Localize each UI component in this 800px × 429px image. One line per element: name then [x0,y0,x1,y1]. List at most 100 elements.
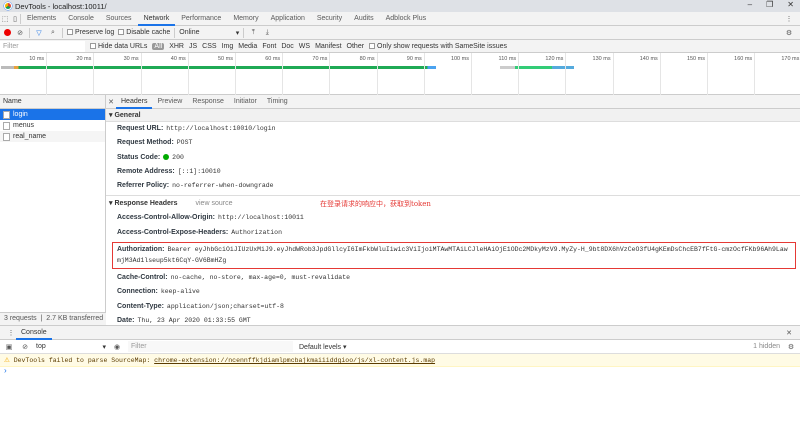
console-settings-gear-icon[interactable]: ⚙ [786,343,796,351]
timeline-overview[interactable]: 10 ms 20 ms 30 ms 40 ms 50 ms 60 ms 70 ms 80 ms… [0,53,800,95]
timeline-tick: 120 ms [519,53,567,95]
tab-console-drawer[interactable]: Console [16,326,52,340]
tab-application[interactable]: Application [265,12,311,26]
divider [62,27,63,38]
hide-data-urls-checkbox[interactable]: Hide data URLs [90,43,147,50]
general-section-header[interactable]: ▾ General [106,109,800,122]
tab-adblock-plus[interactable]: Adblock Plus [380,12,432,26]
name-column-header[interactable]: Name [0,95,105,109]
import-har-icon[interactable]: ⤒ [248,29,258,37]
header-row: Referrer Policy: no-referrer-when-downgra… [106,179,800,193]
close-details-icon[interactable]: ✕ [106,98,116,106]
type-filter-media[interactable]: Media [238,43,257,50]
clear-console-icon[interactable]: ⊘ [20,343,30,351]
view-source-link[interactable]: view source [196,200,233,207]
throttle-select[interactable]: Online ▾ [179,29,239,37]
settings-gear-icon[interactable]: ⚙ [784,29,794,37]
header-value: Authorization [231,228,282,236]
tab-headers[interactable]: Headers [116,95,153,109]
more-menu-icon[interactable]: ⋮ [784,15,794,23]
drawer-menu-icon[interactable]: ⋮ [6,329,16,337]
header-row: Authorization: Bearer eyJhbGciOiJIUzUxMiJ… [112,242,796,270]
device-toggle-icon[interactable]: ▯ [10,15,20,23]
type-filter-all[interactable]: All [152,42,165,50]
tab-security[interactable]: Security [311,12,348,26]
samesite-checkbox[interactable]: Only show requests with SameSite issues [369,43,507,50]
header-row: Remote Address: [::1]:10010 [106,165,800,179]
request-row-login[interactable]: login [0,109,105,120]
timeline-tick: 30 ms [94,53,142,95]
close-icon[interactable]: ✕ [787,0,794,9]
type-filter-font[interactable]: Font [262,43,276,50]
type-filter-ws[interactable]: WS [299,43,310,50]
header-name: Cache-Control: [117,274,168,282]
request-row-real-name[interactable]: real_name [0,131,105,142]
record-icon[interactable] [4,29,11,36]
header-name: Referrer Policy: [117,182,170,190]
summary-bar: 3 requests | 2.7 KB transferred [0,312,106,325]
sidebar-toggle-icon[interactable]: ▣ [4,343,14,351]
timeline-tick: 110 ms [472,53,520,95]
title-bar: DevTools - localhost:10011/ – ❐ ✕ [0,0,800,12]
tab-console[interactable]: Console [62,12,100,26]
network-toolbar: ⊘ ▽ ⌕ Preserve log Disable cache Online ▾… [0,26,800,40]
clear-icon[interactable]: ⊘ [15,29,25,37]
tab-audits[interactable]: Audits [348,12,379,26]
console-warning-message: ⚠ DevTools failed to parse SourceMap: ch… [0,354,800,367]
search-icon[interactable]: ⌕ [48,29,58,37]
type-filter-other[interactable]: Other [347,43,365,50]
request-details: ✕ Headers Preview Response Initiator Tim… [106,95,800,325]
restore-icon[interactable]: ❐ [766,0,773,9]
tab-timing[interactable]: Timing [262,95,293,109]
type-filter-css[interactable]: CSS [202,43,216,50]
timeline-tick: 140 ms [614,53,661,95]
header-name: Authorization: [117,246,165,254]
tab-response[interactable]: Response [187,95,229,109]
filter-input[interactable]: Filter [0,40,85,52]
header-value: keep-alive [160,288,200,296]
eye-icon[interactable]: ◉ [112,343,122,351]
header-row: Date: Thu, 23 Apr 2020 01:33:55 GMT [106,314,800,325]
tab-performance[interactable]: Performance [175,12,227,26]
export-har-icon[interactable]: ⤓ [262,29,272,37]
response-headers-section-header[interactable]: ▾ Response Headers view source 在登录请求的响应中，获… [106,195,800,211]
tab-memory[interactable]: Memory [227,12,264,26]
header-name: Request URL: [117,125,164,132]
tab-initiator[interactable]: Initiator [229,95,262,109]
timeline-tick: 40 ms [142,53,189,95]
type-filter-img[interactable]: Img [222,43,234,50]
timeline-tick: 130 ms [566,53,614,95]
header-value: 200 [172,153,184,161]
minimize-icon[interactable]: – [748,0,752,9]
log-levels-select[interactable]: Default levels ▾ [299,343,346,351]
context-select[interactable]: top ▾ [36,343,106,351]
header-name: Access-Control-Expose-Headers: [117,228,229,236]
header-name: Connection: [117,288,158,296]
header-value: no-referrer-when-downgrade [172,182,274,190]
type-filter-manifest[interactable]: Manifest [315,43,341,50]
tab-network[interactable]: Network [137,12,176,26]
document-icon [3,110,10,119]
close-drawer-icon[interactable]: ✕ [784,329,794,337]
type-filter-doc[interactable]: Doc [281,43,293,50]
inspect-icon[interactable]: ⬚ [0,15,10,23]
console-filter-input[interactable]: Filter [128,341,293,352]
timeline-tick: 20 ms [47,53,95,95]
type-filter-js[interactable]: JS [189,43,197,50]
tab-sources[interactable]: Sources [100,12,138,26]
tab-elements[interactable]: Elements [21,12,62,26]
preserve-log-checkbox[interactable]: Preserve log [67,29,114,36]
header-name: Request Method: [117,139,174,147]
timeline-tick: 70 ms [283,53,331,95]
header-value: [::1]:10010 [177,167,221,175]
response-headers-section: Access-Control-Allow-Origin: http://local… [106,211,800,325]
console-prompt[interactable]: › [4,366,7,375]
disable-cache-checkbox[interactable]: Disable cache [118,29,170,36]
header-row: Request Method: POST [106,136,800,150]
type-filter-xhr[interactable]: XHR [169,43,184,50]
filter-icon[interactable]: ▽ [34,29,44,37]
sourcemap-link[interactable]: chrome-extension://ncennffkjdiamlpmcbajk… [154,357,435,364]
request-row-menus[interactable]: menus [0,120,105,131]
tab-preview[interactable]: Preview [152,95,187,109]
divider [29,27,30,38]
